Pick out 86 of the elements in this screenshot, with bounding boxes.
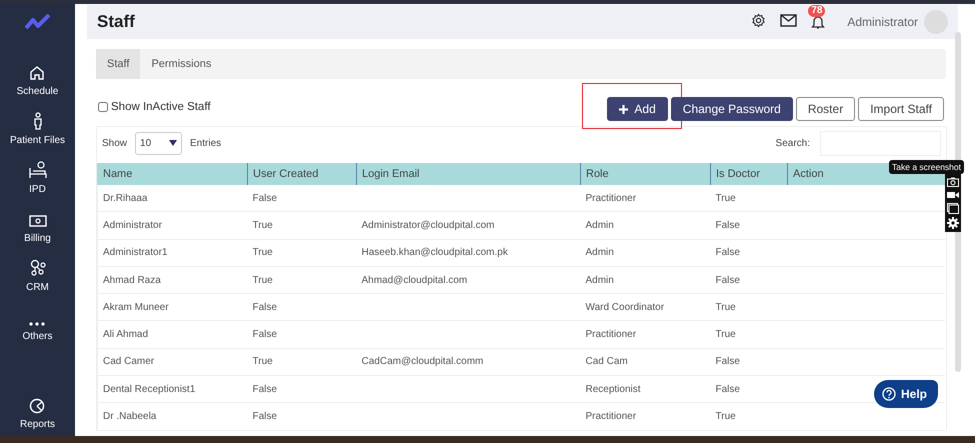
table-cell: True [716, 302, 736, 313]
action-button[interactable]: Add [607, 97, 668, 121]
table-cell: True [252, 356, 273, 368]
table-cell: False [252, 411, 277, 422]
user-name[interactable]: Administrator [847, 15, 918, 29]
person-icon [32, 112, 44, 130]
column-header[interactable]: User Created [248, 163, 356, 185]
bed-icon [28, 161, 48, 179]
table-cell: CadCam@cloudpital.comm [362, 356, 484, 368]
table-cell: True [716, 329, 736, 340]
nav-item[interactable]: Reports [20, 393, 55, 430]
table-cell: Ahmad Raza [103, 274, 161, 286]
help-button[interactable]: Help [874, 380, 938, 408]
table-cell: Dr.Rihaaa [103, 192, 148, 204]
table-cell: False [252, 302, 277, 313]
nav-item[interactable]: CRM [26, 256, 49, 293]
table-cell: False [716, 247, 740, 258]
settings-icon[interactable] [751, 13, 766, 28]
length-label: Entries [190, 138, 222, 148]
tooltip: Take a screenshot [889, 160, 964, 174]
logo-icon [24, 14, 50, 30]
nav-item[interactable]: Patient Files [10, 109, 66, 146]
more-icon [29, 322, 46, 326]
table-cell: Cad Cam [586, 356, 628, 368]
action-button[interactable]: Change Password [670, 97, 793, 121]
table-cell: False [252, 384, 277, 395]
mail-icon[interactable] [780, 14, 798, 27]
nav-item[interactable]: IPD [28, 158, 48, 195]
video-camera-icon[interactable] [947, 190, 959, 200]
tab[interactable]: Permissions [140, 49, 222, 79]
table-cell: True [252, 220, 273, 231]
action-button[interactable]: Import Staff [858, 97, 944, 121]
page-size-select[interactable]: 10 [135, 132, 182, 154]
column-header[interactable]: Role [580, 163, 710, 185]
table-cell: False [252, 192, 277, 204]
bell-icon[interactable] [811, 14, 826, 30]
table-cell: Administrator [103, 220, 162, 231]
checkbox[interactable] [98, 102, 108, 112]
table-cell: Administrator1 [103, 247, 168, 258]
pie-chart-icon [29, 398, 46, 414]
caret-icon [169, 140, 178, 146]
table-cell: False [716, 274, 740, 286]
column-header[interactable]: Name [98, 163, 248, 185]
table-cell: Cad Camer [103, 356, 154, 368]
length-label: Show [102, 138, 128, 148]
question-icon [882, 387, 896, 401]
table-cell: True [716, 192, 736, 204]
nav-item[interactable]: Schedule [16, 60, 58, 97]
checkbox-label: Show InActive Staff [111, 101, 211, 113]
table-cell: Receptionist [586, 384, 641, 395]
table-cell: False [716, 220, 740, 231]
home-icon [29, 65, 46, 81]
column-header[interactable]: Login Email [356, 163, 580, 185]
column-header[interactable]: Is Doctor [710, 163, 788, 185]
table-cell: True [716, 411, 736, 422]
page-title: Staff [97, 12, 136, 32]
nav-item[interactable]: Billing [24, 207, 51, 244]
table-cell: Dr .Nabeela [103, 411, 156, 422]
table-cell: Ward Coordinator [586, 302, 664, 313]
banknote-icon [28, 214, 46, 228]
table-cell: False [716, 356, 740, 368]
table-cell: Ali Ahmad [103, 329, 148, 340]
table-cell: False [252, 329, 277, 340]
camera-icon[interactable] [947, 177, 959, 187]
nodes-icon [30, 259, 46, 277]
table-cell: Practitioner [586, 411, 636, 422]
table-cell: True [252, 274, 273, 286]
table-cell: Admin [586, 247, 614, 258]
notification-badge: 78 [808, 5, 826, 17]
table-cell: True [252, 247, 273, 258]
table-cell: Dental Receptionist1 [103, 384, 196, 395]
table-cell: Akram Muneer [103, 302, 169, 313]
table-cell: Haseeb.khan@cloudpital.com.pk [362, 247, 508, 258]
table-cell: Admin [586, 220, 614, 231]
table-cell: Administrator@cloudpital.com [362, 220, 494, 231]
table-cell: Practitioner [586, 192, 636, 204]
table-cell: Admin [586, 274, 614, 286]
nav-item[interactable]: Others [22, 305, 52, 342]
table-cell: Practitioner [586, 329, 636, 340]
table-cell: False [716, 384, 740, 395]
plus-icon [619, 104, 628, 114]
search-label: Search: [776, 138, 810, 148]
table-cell: Ahmad@cloudpital.com [362, 274, 468, 286]
window-icon[interactable] [947, 203, 959, 214]
tab[interactable]: Staff [96, 49, 140, 79]
action-button[interactable]: Roster [796, 97, 856, 121]
